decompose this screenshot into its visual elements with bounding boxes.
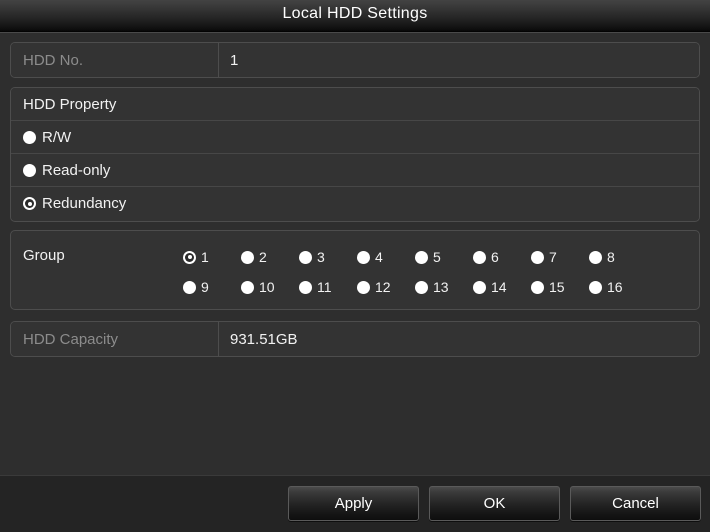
radio-icon-redundancy[interactable] bbox=[23, 197, 36, 210]
group-panel: Group 12345678 9 10 11 12 13 14 15 16 bbox=[10, 230, 700, 310]
group-item-13[interactable]: 13 bbox=[415, 279, 473, 295]
group-row-1: 1 2 3 4 5 6 7 8 bbox=[183, 242, 647, 272]
group-item-label-3: 3 bbox=[317, 249, 325, 265]
radio-icon-group-10[interactable] bbox=[241, 280, 254, 294]
hdd-property-panel: HDD Property R/W Read-only Redundancy bbox=[10, 87, 700, 222]
group-item-7[interactable]: 7 bbox=[531, 249, 589, 265]
hdd-property-header: HDD Property bbox=[11, 88, 699, 121]
hdd-no-row: HDD No. 1 bbox=[10, 42, 700, 78]
radio-icon-group-15[interactable] bbox=[531, 280, 544, 294]
radio-icon-group-3[interactable] bbox=[299, 250, 312, 264]
group-item-label-7: 7 bbox=[549, 249, 557, 265]
radio-icon-group-14[interactable] bbox=[473, 280, 486, 294]
group-item-label-6: 6 bbox=[491, 249, 499, 265]
group-item-label-9: 9 bbox=[201, 279, 209, 295]
group-item-label-10: 10 bbox=[259, 279, 275, 295]
hdd-property-option-rw[interactable]: R/W bbox=[11, 121, 699, 154]
group-item-6[interactable]: 6 bbox=[473, 249, 531, 265]
cancel-button[interactable]: Cancel bbox=[570, 486, 701, 521]
group-item-label-11: 11 bbox=[317, 279, 332, 295]
group-item-1[interactable]: 1 bbox=[183, 249, 241, 265]
radio-icon-group-11[interactable] bbox=[299, 280, 312, 294]
radio-icon-group-9[interactable] bbox=[183, 280, 196, 294]
radio-icon-group-16[interactable] bbox=[589, 280, 602, 294]
group-item-label-8: 8 bbox=[607, 249, 615, 265]
hdd-property-option-redundancy[interactable]: Redundancy bbox=[11, 187, 699, 220]
group-item-12[interactable]: 12 bbox=[357, 279, 415, 295]
hdd-property-option-redundancy-label: Redundancy bbox=[42, 195, 127, 212]
radio-icon-group-5[interactable] bbox=[415, 250, 428, 264]
radio-icon-group-1[interactable] bbox=[183, 250, 196, 264]
hdd-no-label: HDD No. bbox=[11, 43, 219, 77]
hdd-capacity-value: 931.51GB bbox=[219, 322, 699, 356]
group-item-10[interactable]: 10 bbox=[241, 279, 299, 295]
hdd-property-option-read-only[interactable]: Read-only bbox=[11, 154, 699, 187]
hdd-capacity-label: HDD Capacity bbox=[11, 322, 219, 356]
radio-icon-group-13[interactable] bbox=[415, 280, 428, 294]
dialog-titlebar: Local HDD Settings bbox=[0, 0, 710, 33]
group-item-label-15: 15 bbox=[549, 279, 565, 295]
ok-button[interactable]: OK bbox=[429, 486, 560, 521]
group-item-5[interactable]: 5 bbox=[415, 249, 473, 265]
group-item-label-2: 2 bbox=[259, 249, 267, 265]
group-item-2[interactable]: 2 bbox=[241, 249, 299, 265]
group-radio-grid: 12345678 9 10 11 12 13 14 15 16 bbox=[183, 242, 647, 302]
group-item-16[interactable]: 16 bbox=[589, 279, 647, 295]
group-item-label-5: 5 bbox=[433, 249, 441, 265]
radio-icon-group-8[interactable] bbox=[589, 250, 602, 264]
apply-button[interactable]: Apply bbox=[288, 486, 419, 521]
group-item-label-12: 12 bbox=[375, 279, 391, 295]
local-hdd-settings-dialog: Local HDD Settings HDD No. 1 HDD Propert… bbox=[0, 0, 710, 532]
group-item-label-16: 16 bbox=[607, 279, 623, 295]
group-label: Group bbox=[23, 247, 65, 264]
radio-icon-group-12[interactable] bbox=[357, 280, 370, 294]
group-item-label-1: 1 bbox=[201, 249, 209, 265]
group-item-4[interactable]: 4 bbox=[357, 249, 415, 265]
group-item-label-13: 13 bbox=[433, 279, 449, 295]
dialog-title: Local HDD Settings bbox=[282, 5, 428, 22]
radio-icon-rw[interactable] bbox=[23, 130, 36, 144]
dialog-footer: Apply OK Cancel bbox=[0, 475, 710, 532]
group-item-9[interactable]: 9 bbox=[183, 279, 241, 295]
group-item-label-4: 4 bbox=[375, 249, 383, 265]
radio-icon-read-only[interactable] bbox=[23, 163, 36, 177]
radio-icon-group-2[interactable] bbox=[241, 250, 254, 264]
radio-icon-group-4[interactable] bbox=[357, 250, 370, 264]
radio-icon-group-7[interactable] bbox=[531, 250, 544, 264]
group-item-label-14: 14 bbox=[491, 279, 507, 295]
radio-icon-group-6[interactable] bbox=[473, 250, 486, 264]
group-row-2: 9 10 11 12 13 14 15 16 bbox=[183, 272, 647, 302]
group-item-11[interactable]: 11 bbox=[299, 279, 357, 295]
hdd-property-option-read-only-label: Read-only bbox=[42, 161, 111, 179]
group-item-3[interactable]: 3 bbox=[299, 249, 357, 265]
dialog-content: HDD No. 1 HDD Property R/W Read-only Red… bbox=[0, 34, 710, 475]
group-item-8[interactable]: 8 bbox=[589, 249, 647, 265]
group-item-14[interactable]: 14 bbox=[473, 279, 531, 295]
hdd-no-value: 1 bbox=[219, 43, 699, 77]
hdd-capacity-row: HDD Capacity 931.51GB bbox=[10, 321, 700, 357]
group-item-15[interactable]: 15 bbox=[531, 279, 589, 295]
hdd-property-option-rw-label: R/W bbox=[42, 128, 72, 146]
